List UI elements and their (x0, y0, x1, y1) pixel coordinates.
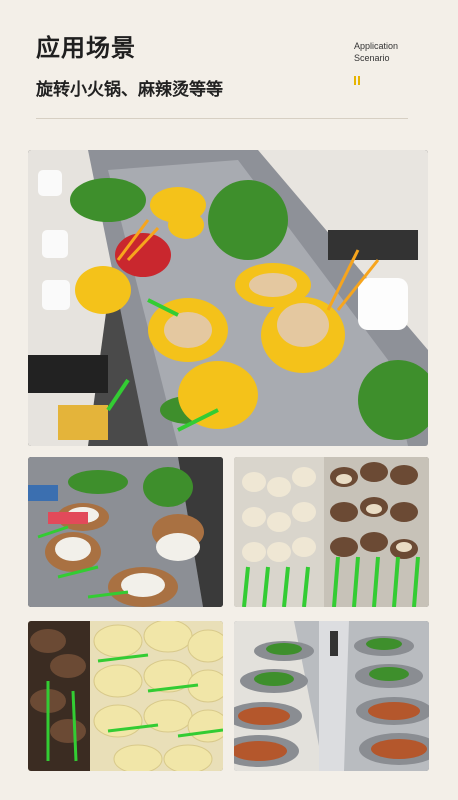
photo-grid-2 (234, 457, 429, 607)
photo-grid-3 (28, 621, 223, 771)
photo-grid-4 (234, 621, 429, 771)
photo-main (28, 150, 428, 446)
page-subtitle: 旋转小火锅、麻辣烫等等 (36, 80, 223, 99)
photo-grid-1 (28, 457, 223, 607)
english-heading-line2: Scenario (354, 53, 390, 63)
page-title: 应用场景 (36, 35, 136, 62)
header-divider (36, 118, 408, 119)
english-heading: Application Scenario (354, 40, 434, 64)
accent-mark (354, 76, 360, 85)
english-heading-line1: Application (354, 41, 399, 51)
